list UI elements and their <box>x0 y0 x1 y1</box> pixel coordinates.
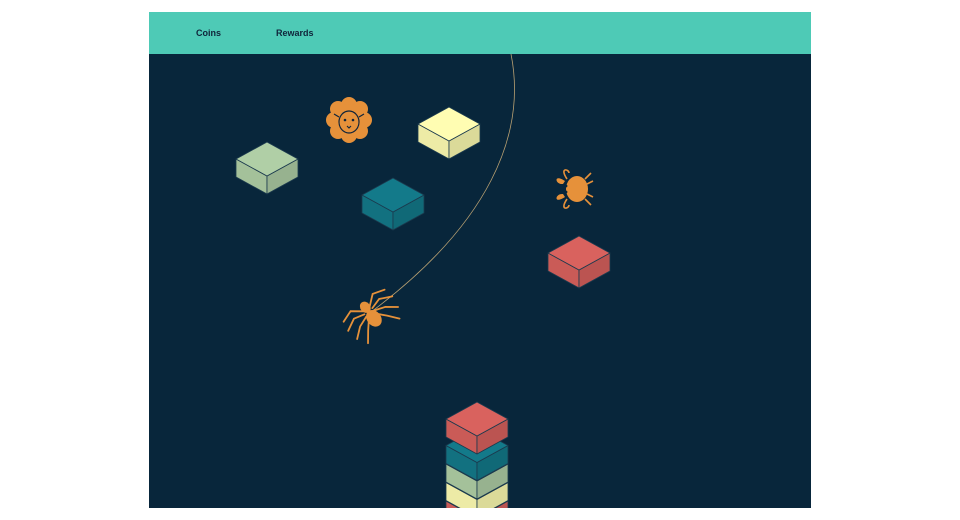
coins-nav-item[interactable]: Coins <box>196 12 221 54</box>
sheep-icon[interactable] <box>326 97 372 143</box>
top-bar: Coins Rewards <box>149 12 811 54</box>
game-board[interactable] <box>149 54 811 508</box>
block-tower <box>445 401 509 508</box>
game-frame: Coins Rewards <box>149 12 811 508</box>
rewards-nav-item[interactable]: Rewards <box>276 12 314 54</box>
play-area[interactable] <box>149 54 811 508</box>
